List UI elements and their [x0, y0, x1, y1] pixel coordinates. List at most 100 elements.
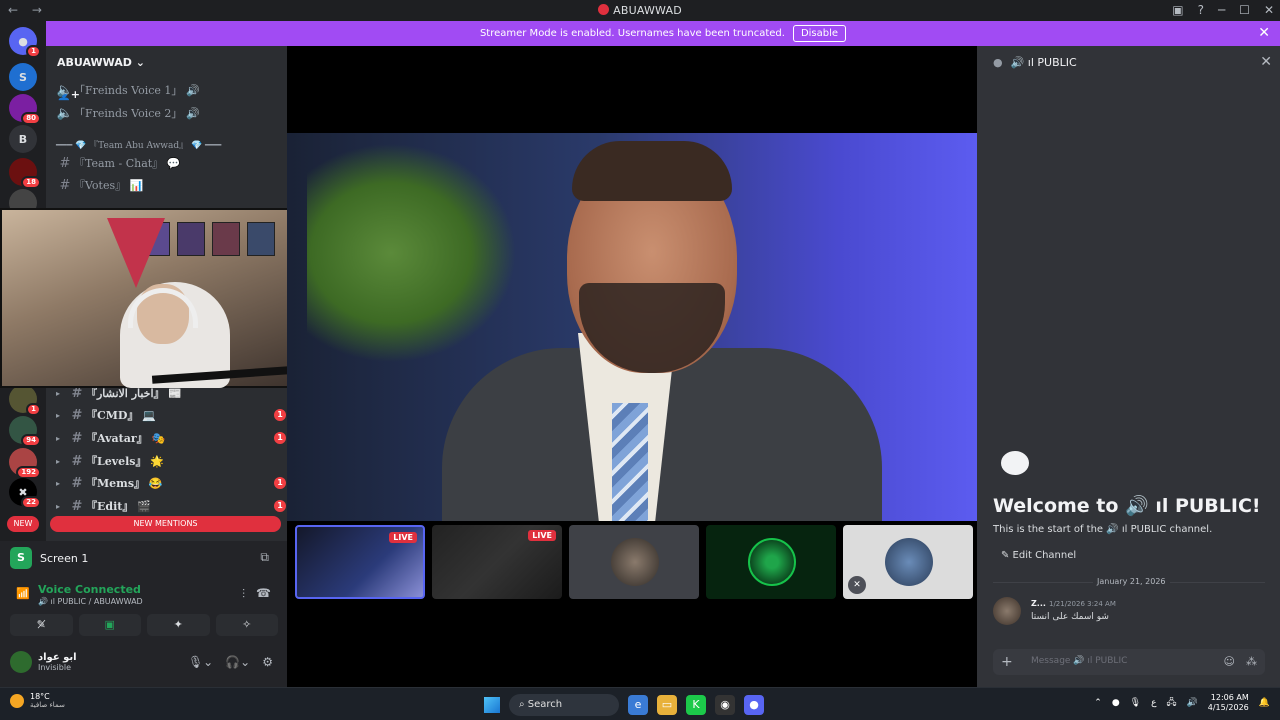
screen-share-button[interactable]: ▣: [78, 614, 141, 636]
hash-icon: #: [71, 430, 83, 446]
network-icon[interactable]: 🖧: [1166, 695, 1176, 711]
server-icon[interactable]: 1: [9, 385, 41, 416]
chevron-right-icon: ▸: [56, 410, 61, 420]
emoji-icon[interactable]: ☺: [1224, 655, 1235, 668]
edge-icon[interactable]: e: [628, 695, 648, 715]
stream-thumbnail[interactable]: LIVE: [432, 525, 562, 599]
category-header[interactable]: ━━━ 💎 『Team Abu Awwad』 💎 ━━━+: [56, 134, 314, 154]
chevron-right-icon: ▸: [56, 388, 61, 398]
clock[interactable]: 12:06 AM 4/15/2026: [1208, 693, 1249, 713]
search-label: Search: [527, 699, 563, 710]
server-icon[interactable]: B: [9, 125, 37, 153]
screen-icon: S: [10, 547, 32, 569]
signal-icon: 📶: [16, 587, 30, 600]
mic-tray-icon[interactable]: 🎙: [1130, 698, 1141, 708]
voice-channel[interactable]: 🔈 「Freinds Voice 1」 🔊: [56, 80, 200, 100]
server-header[interactable]: ABUAWWAD ⌄: [46, 46, 287, 78]
app-tray-icon[interactable]: ●: [1112, 698, 1120, 708]
server-icon[interactable]: 18: [9, 158, 41, 189]
text-channel[interactable]: ▸ # 『Levels』 🌟: [56, 451, 164, 471]
disconnect-icon[interactable]: ☎: [256, 586, 271, 600]
windows-start-icon[interactable]: [484, 697, 500, 713]
edit-channel-button[interactable]: ✎ Edit Channel: [1001, 550, 1076, 561]
system-tray: ⌃ ● 🎙 ع 🖧 🔊 12:06 AM 4/15/2026 🔔: [1094, 693, 1270, 713]
server-icon[interactable]: ✖ 22: [9, 478, 41, 509]
inbox-icon[interactable]: ▣: [1172, 3, 1183, 17]
headphones-icon[interactable]: 🎧⌄: [225, 655, 250, 669]
close-icon[interactable]: ✕: [1258, 25, 1270, 41]
voice-channel-path[interactable]: 🔊 ıl PUBLIC / ABUAWWAD: [38, 597, 143, 606]
user-info[interactable]: ابو عواد Invisible: [10, 651, 77, 673]
maximize-button[interactable]: ☐: [1239, 3, 1250, 17]
server-logo-icon: [598, 4, 610, 15]
disable-button[interactable]: Disable: [792, 25, 847, 42]
voice-connected-label[interactable]: Voice Connected: [38, 583, 141, 596]
notification-icon[interactable]: 🔔: [1259, 698, 1270, 708]
participant-avatar: [885, 538, 933, 586]
main-stream-video[interactable]: [287, 133, 977, 521]
participant-tile[interactable]: ✕: [843, 525, 973, 599]
text-channel[interactable]: ▸ # 『Edit』 🎬 1: [56, 496, 286, 516]
stream-stage: LIVE LIVE ✕: [287, 46, 977, 687]
volume-tray-icon[interactable]: 🔊: [1187, 698, 1198, 708]
soundboard-button[interactable]: ✧: [215, 614, 278, 636]
weather-widget[interactable]: 18°C سماء صافية: [10, 692, 65, 709]
language-indicator[interactable]: ع: [1151, 698, 1156, 708]
hash-icon: #: [71, 475, 83, 491]
webcam-overlay: [0, 208, 319, 388]
screen-share-row[interactable]: S Screen 1: [10, 547, 88, 569]
server-icon[interactable]: 94: [9, 416, 41, 447]
settings-gear-icon[interactable]: ⚙: [262, 655, 273, 669]
text-channel[interactable]: ▸ # 『CMD』 💻 1: [56, 405, 286, 425]
message-text: شو اسمك على انستا: [1031, 612, 1109, 622]
message-author[interactable]: Z...: [1031, 599, 1046, 608]
participant-avatar: [611, 538, 659, 586]
activities-button[interactable]: ✦: [147, 614, 210, 636]
text-channel[interactable]: ▸ # 『Avatar』 🎭 1: [56, 428, 286, 448]
popout-icon[interactable]: ⧉: [260, 550, 269, 565]
server-icon[interactable]: 192: [9, 448, 41, 479]
discord-taskbar-icon[interactable]: ●: [744, 695, 764, 715]
kick-icon[interactable]: K: [686, 695, 706, 715]
voice-channel[interactable]: 🔈 「Freinds Voice 2」 🔊: [56, 103, 200, 123]
avatar[interactable]: [993, 597, 1021, 625]
text-channel[interactable]: # 『Team - Chat』 💬: [56, 153, 181, 173]
new-mentions-button[interactable]: NEW MENTIONS: [50, 516, 281, 532]
discord-icon: ●: [18, 34, 28, 48]
volume-icon: 🔊: [185, 106, 200, 120]
close-button[interactable]: ✕: [1264, 3, 1274, 17]
window-title: ABUAWWAD: [0, 4, 1280, 17]
plant-graphic: [307, 143, 517, 363]
text-channel[interactable]: # 『Votes』 📊: [56, 175, 144, 195]
participant-tile[interactable]: [569, 525, 699, 599]
noise-suppression-icon[interactable]: ⫶: [242, 587, 245, 602]
clock-date: 4/15/2026: [1207, 703, 1249, 712]
server-icon[interactable]: S: [9, 63, 37, 91]
home-button[interactable]: ● 1: [9, 27, 41, 58]
minimize-button[interactable]: ─: [1218, 3, 1225, 17]
taskbar-search[interactable]: ⌕ Search: [509, 694, 619, 716]
help-icon[interactable]: ?: [1198, 3, 1204, 17]
channel-chat-panel: ● 🔊 ıl PUBLIC ✕ Welcome to 🔊 ıl PUBLIC! T…: [977, 46, 1280, 687]
file-explorer-icon[interactable]: ▭: [657, 695, 677, 715]
close-chat-icon[interactable]: ✕: [1260, 54, 1272, 70]
apps-icon[interactable]: ⁂: [1246, 655, 1257, 668]
stream-thumbnail[interactable]: LIVE: [295, 525, 425, 599]
user-controls: 🎙⌄ 🎧⌄ ⚙: [188, 655, 273, 669]
plus-icon[interactable]: +: [1001, 654, 1013, 670]
chevron-up-icon[interactable]: ⌃: [1094, 698, 1102, 708]
server-badge: 18: [21, 176, 41, 189]
title-bar: ← → ABUAWWAD ▣ ? ─ ☐ ✕: [0, 0, 1280, 21]
camera-off-button[interactable]: ✎̸: [10, 614, 73, 636]
new-tag[interactable]: NEW: [7, 516, 39, 532]
message-composer[interactable]: + Message 🔊 ıl PUBLIC ☺ ⁂: [993, 649, 1265, 675]
participant-tile[interactable]: [706, 525, 836, 599]
text-channel[interactable]: ▸ # 『Mems』 😂 1: [56, 473, 286, 493]
wall-poster: [247, 222, 275, 256]
hash-icon: #: [71, 453, 83, 469]
live-badge: LIVE: [528, 530, 556, 541]
obs-icon[interactable]: ◉: [715, 695, 735, 715]
server-icon[interactable]: 80: [9, 94, 41, 125]
microphone-icon[interactable]: 🎙⌄: [188, 655, 213, 669]
channel-label: 「Freinds Voice 1」: [74, 84, 183, 97]
